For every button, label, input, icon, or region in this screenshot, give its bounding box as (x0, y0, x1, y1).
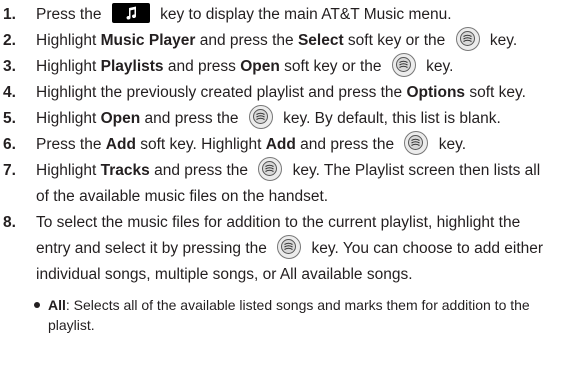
step-text-line: Highlight Playlists and press Open soft … (36, 52, 579, 80)
step-text-line: Press the Add soft key. Highlight Add an… (36, 130, 579, 158)
instruction-step: 6. Press the Add soft key. Highlight Add … (0, 130, 583, 158)
step-text-line: To select the music files for addition t… (36, 210, 579, 236)
step-number: 8. (3, 214, 16, 231)
text-run: key. (485, 32, 518, 49)
bold-term: Select (297, 32, 344, 49)
text-run: key. By default, this list is blank. (278, 110, 501, 127)
bold-term: Add (265, 136, 296, 153)
step-text-line: Highlight Music Player and press the Sel… (36, 26, 579, 54)
instruction-step: 1. Press the key to display the main AT&T… (0, 2, 583, 28)
step-number: 2. (3, 32, 16, 49)
text-run: soft key or the (343, 32, 450, 49)
ok-key-icon (248, 104, 273, 129)
ok-key-icon (391, 52, 416, 77)
step-number: 7. (3, 162, 16, 179)
text-run: key to display the main AT&T Music menu. (155, 6, 452, 23)
instruction-step: 4. Highlight the previously created playl… (0, 80, 583, 106)
ok-key-icon (277, 234, 302, 259)
bold-term: Add (105, 136, 136, 153)
text-run: entry and select it by pressing the (36, 240, 272, 257)
text-run: Highlight (36, 110, 101, 127)
step-text-line: Highlight the previously created playlis… (36, 80, 579, 106)
bullet-item: All: Selects all of the available listed… (34, 295, 579, 335)
bullet-text-line: All: Selects all of the available listed… (48, 295, 579, 315)
step-number: 5. (3, 110, 16, 127)
step-text-line: of the available music files on the hand… (36, 184, 579, 210)
text-run: and press the (195, 32, 298, 49)
manual-page: 1. Press the key to display the main AT&T… (0, 0, 583, 367)
text-run: and press the (149, 162, 253, 179)
text-run: and press (163, 58, 241, 75)
step-number: 4. (3, 84, 16, 101)
text-run: soft key. Highlight (135, 136, 266, 153)
bold-term: All (48, 297, 66, 313)
step-text-line: Highlight Tracks and press the key. The … (36, 156, 579, 184)
ok-key-icon (258, 156, 283, 181)
bullet-text-line: playlist. (48, 315, 579, 335)
step-text-line: individual songs, multiple songs, or All… (36, 262, 579, 288)
music-key-icon (111, 2, 150, 23)
text-run: and press the (140, 110, 243, 127)
step-number: 1. (3, 6, 16, 23)
text-run: playlist. (48, 317, 95, 333)
text-run: individual songs, multiple songs, or All… (36, 266, 413, 283)
text-run: soft key or the (279, 58, 386, 75)
step-text-line: Press the key to display the main AT&T M… (36, 2, 579, 28)
text-run: Highlight the previously created playlis… (36, 84, 407, 101)
bold-term: Open (100, 110, 141, 127)
text-run: Highlight (36, 58, 101, 75)
instruction-step: 3. Highlight Playlists and press Open sof… (0, 52, 583, 80)
text-run: Highlight (36, 32, 101, 49)
text-run: key. You can choose to add either (307, 240, 544, 257)
instruction-step: 5. Highlight Open and press the key. By d… (0, 104, 583, 132)
instruction-step: 7. Highlight Tracks and press the key. Th… (0, 156, 583, 210)
text-run: To select the music files for addition t… (36, 214, 521, 231)
bold-term: Options (406, 84, 466, 101)
bullet-dot-icon (34, 302, 40, 308)
ok-key-icon (455, 26, 480, 51)
text-run: and press the (295, 136, 399, 153)
step-text-line: entry and select it by pressing the key.… (36, 234, 579, 262)
text-run: Press the (36, 136, 106, 153)
step-number: 3. (3, 58, 16, 75)
step-text-line: Highlight Open and press the key. By def… (36, 104, 579, 132)
bold-term: Music Player (100, 32, 196, 49)
ok-key-icon (404, 130, 429, 155)
text-run: key. (434, 136, 467, 153)
bold-term: Tracks (100, 162, 150, 179)
text-run: Press the (36, 6, 106, 23)
text-run: Highlight (36, 162, 101, 179)
instruction-step: 8. To select the music files for addition… (0, 210, 583, 288)
text-run: soft key. (465, 84, 526, 101)
text-run: key. The Playlist screen then lists all (288, 162, 541, 179)
text-run: of the available music files on the hand… (36, 188, 329, 205)
text-run: key. (421, 58, 454, 75)
instruction-step: 2. Highlight Music Player and press the S… (0, 26, 583, 54)
step-number: 6. (3, 136, 16, 153)
bold-term: Playlists (100, 58, 164, 75)
text-run: : Selects all of the available listed so… (65, 297, 530, 313)
bold-term: Open (240, 58, 280, 75)
